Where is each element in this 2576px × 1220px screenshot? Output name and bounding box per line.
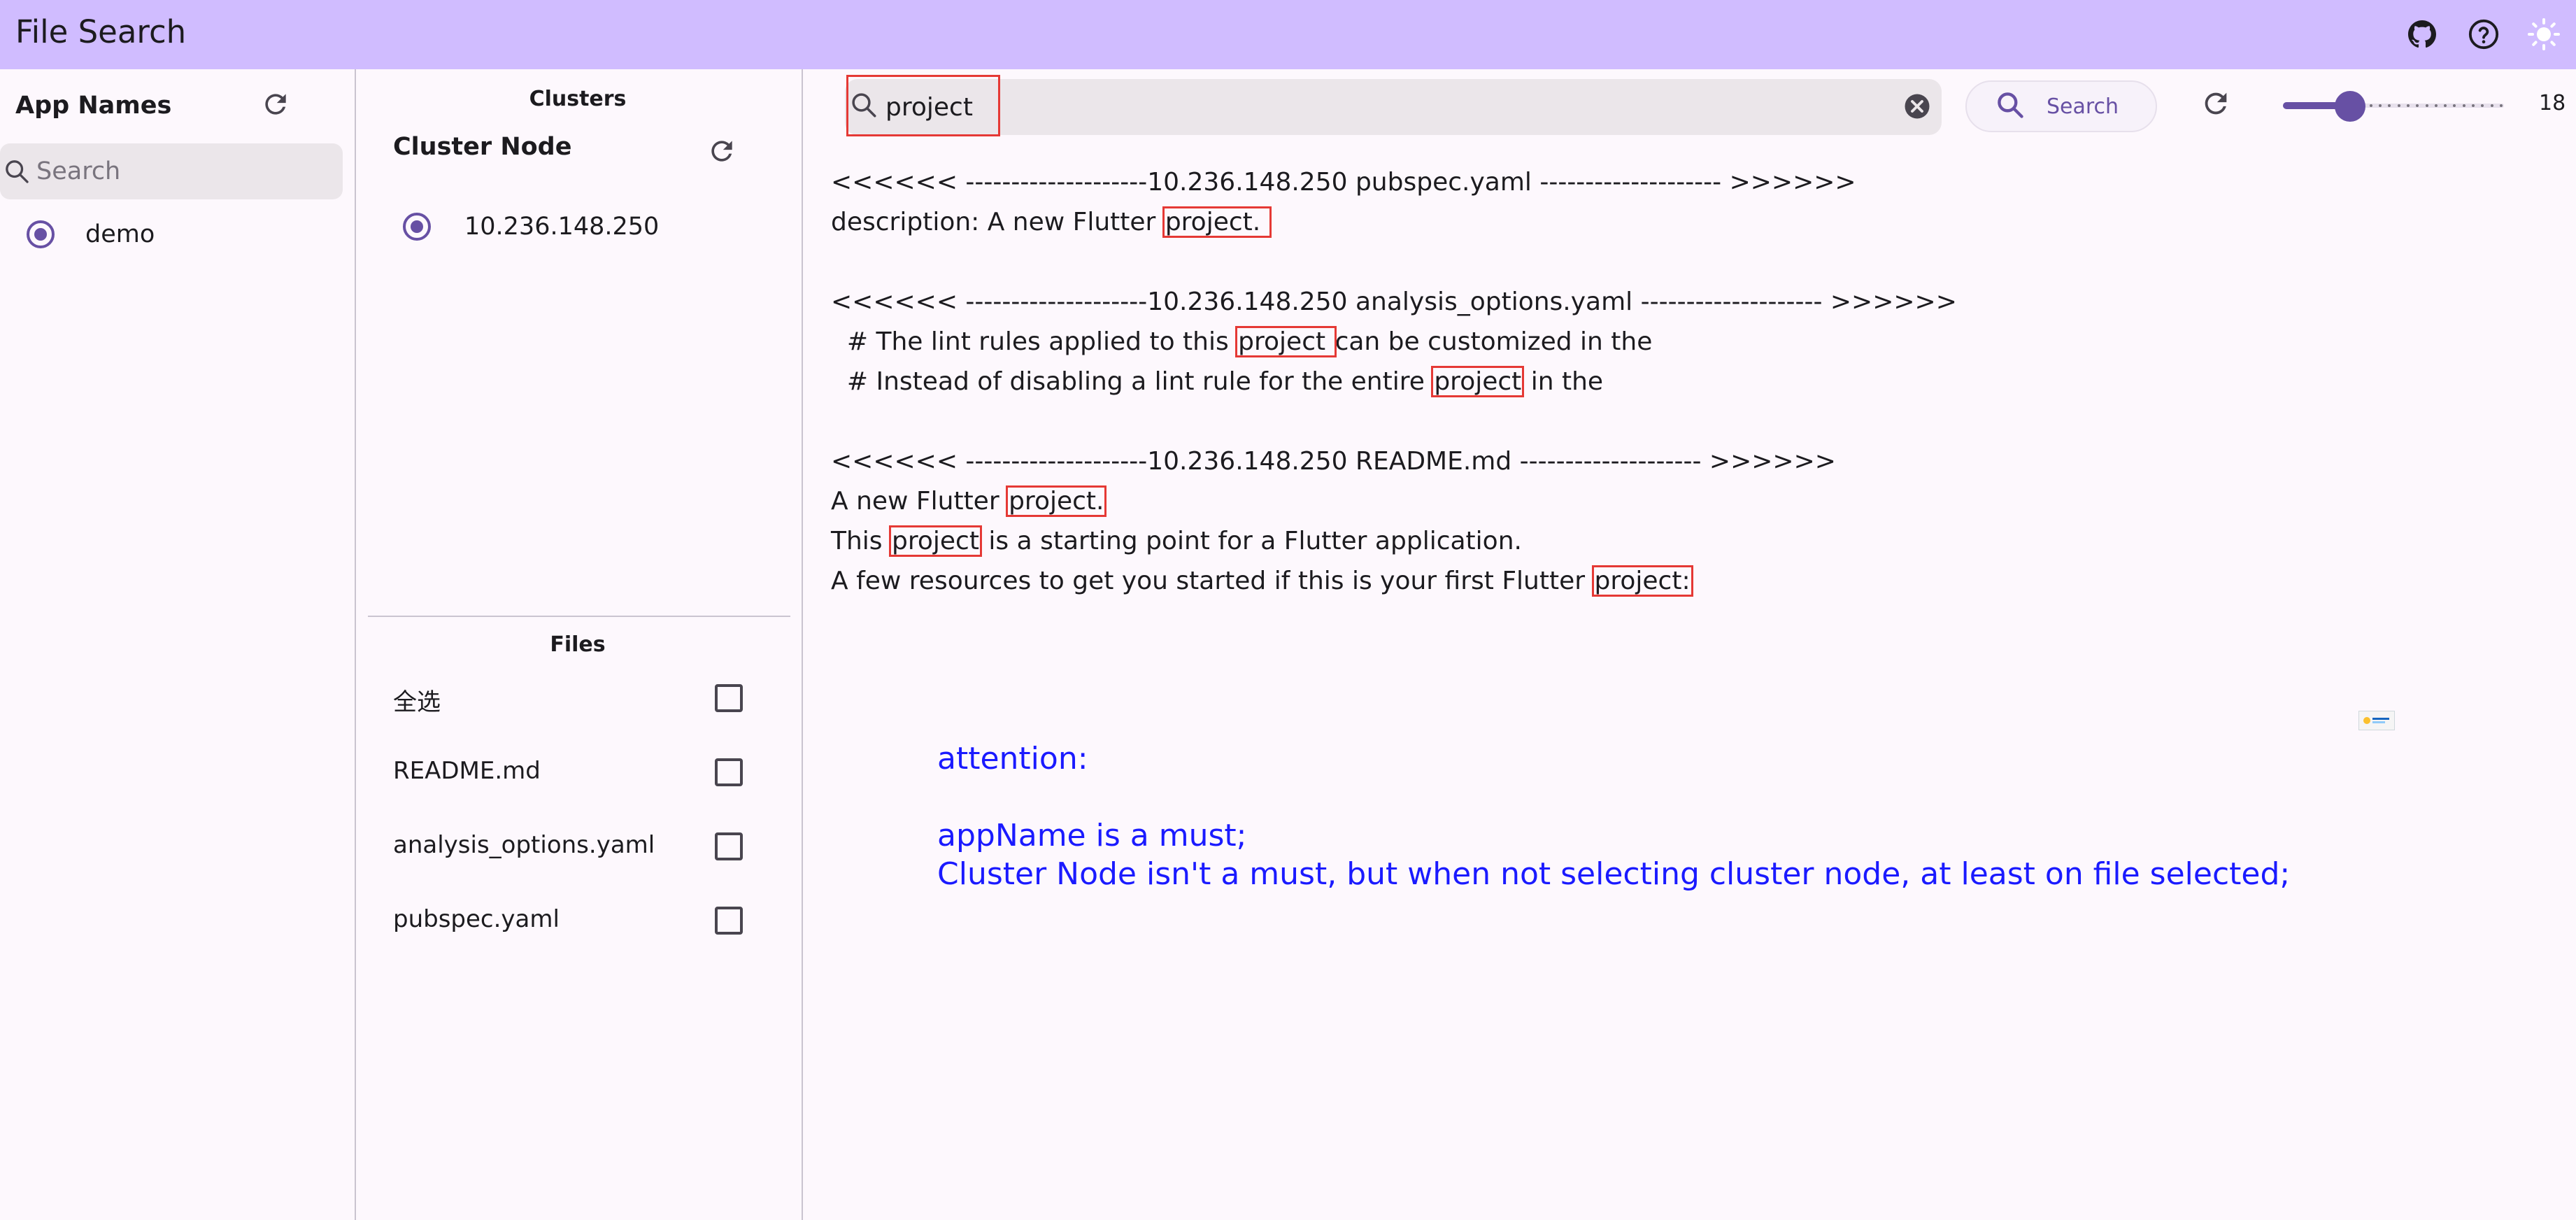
cluster-node-option[interactable]: 10.236.148.250 bbox=[403, 213, 659, 241]
result-line: <<<<<< --------------------10.236.148.25… bbox=[831, 282, 1957, 322]
radio-selected[interactable] bbox=[27, 220, 55, 248]
app-bar: File Search bbox=[0, 0, 2576, 69]
result-text: <<<<<< --------------------10.236.148.25… bbox=[831, 288, 1957, 316]
search-icon bbox=[3, 157, 31, 188]
result-line: <<<<<< --------------------10.236.148.25… bbox=[831, 162, 1957, 202]
result-text: # Instead of disabling a lint rule for t… bbox=[831, 367, 1433, 396]
watermark-badge bbox=[2358, 711, 2395, 730]
file-row-readme[interactable]: README.md bbox=[393, 750, 750, 799]
refresh-icon bbox=[2200, 87, 2232, 122]
refresh-icon bbox=[706, 136, 737, 169]
match-highlight: project. bbox=[1162, 206, 1272, 238]
clusters-title: Clusters bbox=[529, 87, 627, 111]
file-label: 全选 bbox=[393, 688, 441, 716]
match-highlight: project bbox=[889, 525, 982, 557]
keyword-search-box[interactable] bbox=[845, 79, 1942, 135]
middle-panel-divider bbox=[802, 69, 803, 1220]
match-highlight: project. bbox=[1006, 485, 1107, 517]
slider-tick bbox=[2369, 104, 2372, 107]
file-checkbox[interactable] bbox=[715, 907, 743, 935]
result-text: A new Flutter bbox=[831, 487, 1008, 516]
clusters-files-divider bbox=[368, 616, 790, 617]
result-line: A new Flutter project. bbox=[831, 481, 1957, 521]
keyword-search-input[interactable] bbox=[885, 86, 1865, 128]
github-icon[interactable] bbox=[2402, 14, 2442, 55]
result-line: # Instead of disabling a lint rule for t… bbox=[831, 362, 1957, 402]
app-option-label: demo bbox=[85, 220, 155, 248]
result-text: A few resources to get you started if th… bbox=[831, 567, 1593, 595]
refresh-results-button[interactable] bbox=[2195, 84, 2237, 126]
match-highlight: project: bbox=[1591, 565, 1693, 597]
file-label: analysis_options.yaml bbox=[393, 831, 655, 859]
theme-toggle-icon[interactable] bbox=[2524, 14, 2564, 55]
file-label: pubspec.yaml bbox=[393, 905, 560, 933]
app-option-demo[interactable]: demo bbox=[27, 220, 155, 248]
slider-tick bbox=[2490, 104, 2493, 107]
result-line: # The lint rules applied to this project… bbox=[831, 322, 1957, 362]
file-checkbox[interactable] bbox=[715, 758, 743, 786]
result-text: in the bbox=[1523, 367, 1604, 396]
attention-line: appName is a must; bbox=[937, 818, 1247, 853]
result-line bbox=[831, 402, 1957, 441]
file-row-analysis-options[interactable]: analysis_options.yaml bbox=[393, 824, 750, 873]
app-search-input[interactable] bbox=[36, 150, 330, 192]
search-button-label: Search bbox=[2047, 94, 2119, 119]
slider-tick bbox=[2472, 104, 2475, 107]
slider-tick bbox=[2379, 104, 2382, 107]
slider-tick bbox=[2397, 104, 2400, 107]
cluster-node-label: 10.236.148.250 bbox=[464, 213, 660, 241]
result-text: # The lint rules applied to this bbox=[831, 327, 1237, 356]
result-text: <<<<<< --------------------10.236.148.25… bbox=[831, 168, 1856, 197]
help-icon[interactable] bbox=[2463, 14, 2504, 55]
clear-search-button[interactable] bbox=[1902, 92, 1932, 124]
app-names-header: App Names bbox=[15, 92, 172, 120]
file-row-select-all[interactable]: 全选 bbox=[393, 676, 750, 725]
file-label: README.md bbox=[393, 757, 541, 785]
match-highlight: project bbox=[1431, 366, 1525, 397]
attention-line bbox=[937, 778, 2290, 816]
font-size-value: 18 bbox=[2539, 91, 2566, 115]
font-size-slider-thumb[interactable] bbox=[2335, 91, 2365, 122]
attention-line: Cluster Node isn't a must, but when not … bbox=[937, 856, 2291, 892]
refresh-clusters-button[interactable] bbox=[701, 132, 743, 173]
result-text: description: A new Flutter bbox=[831, 208, 1164, 236]
slider-tick bbox=[2434, 104, 2438, 107]
attention-note: attention: appName is a must; Cluster Node… bbox=[937, 739, 2290, 893]
app-search-box[interactable] bbox=[0, 143, 343, 199]
cluster-node-header: Cluster Node bbox=[393, 133, 572, 161]
result-text: <<<<<< --------------------10.236.148.25… bbox=[831, 447, 1836, 476]
result-text: This bbox=[831, 527, 891, 555]
left-panel-divider bbox=[355, 69, 356, 1220]
file-row-pubspec[interactable]: pubspec.yaml bbox=[393, 898, 750, 947]
search-highlight-box bbox=[846, 75, 1000, 136]
refresh-apps-button[interactable] bbox=[255, 85, 297, 127]
slider-tick bbox=[2462, 104, 2465, 107]
slider-tick bbox=[2406, 104, 2410, 107]
result-line: A few resources to get you started if th… bbox=[831, 561, 1957, 601]
search-results: <<<<<< --------------------10.236.148.25… bbox=[831, 162, 1957, 601]
files-title: Files bbox=[550, 632, 606, 657]
result-line: This project is a starting point for a F… bbox=[831, 521, 1957, 561]
result-text: is a starting point for a Flutter applic… bbox=[980, 527, 1522, 555]
slider-tick bbox=[2499, 104, 2503, 107]
app-title: File Search bbox=[15, 13, 187, 50]
search-icon bbox=[1995, 90, 2026, 123]
clear-icon bbox=[1905, 94, 1930, 119]
result-line: description: A new Flutter project. bbox=[831, 202, 1957, 242]
radio-selected[interactable] bbox=[403, 213, 431, 241]
search-button[interactable]: Search bbox=[1965, 80, 2157, 132]
refresh-icon bbox=[260, 89, 291, 122]
file-checkbox[interactable] bbox=[715, 684, 743, 712]
result-line bbox=[831, 242, 1957, 282]
slider-tick bbox=[2425, 104, 2428, 107]
attention-line: attention: bbox=[937, 741, 1088, 776]
result-text: can be customized in the bbox=[1335, 327, 1653, 356]
match-highlight: project bbox=[1235, 326, 1337, 357]
result-line: <<<<<< --------------------10.236.148.25… bbox=[831, 441, 1957, 481]
file-checkbox[interactable] bbox=[715, 832, 743, 860]
